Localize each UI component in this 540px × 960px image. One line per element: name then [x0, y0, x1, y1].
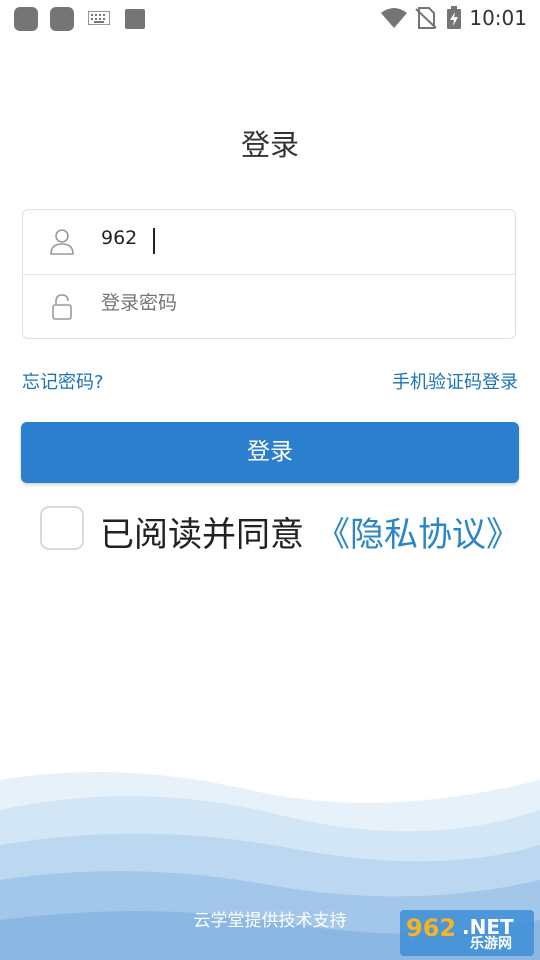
text-cursor	[153, 228, 155, 254]
agree-checkbox[interactable]	[40, 506, 84, 550]
privacy-policy-link[interactable]: 《隐私协议》	[316, 507, 520, 556]
battery-charging-icon	[447, 6, 461, 29]
keyboard-icon	[88, 11, 110, 25]
user-icon	[50, 229, 74, 255]
agreement-text: 已阅读并同意	[100, 515, 304, 555]
no-sim-icon	[415, 7, 437, 29]
login-button[interactable]: 登录	[21, 422, 519, 483]
notification-icon	[50, 7, 74, 31]
lock-icon	[52, 294, 72, 320]
watermark-subtitle: 乐游网	[470, 936, 512, 952]
username-input[interactable]	[101, 227, 481, 249]
page-title: 登录	[240, 128, 299, 162]
notification-icon	[125, 9, 145, 29]
sms-login-link[interactable]: 手机验证码登录	[392, 368, 518, 394]
forgot-password-link[interactable]: 忘记密码?	[22, 368, 104, 394]
notification-icon	[14, 7, 38, 31]
status-time: 10:01	[469, 6, 527, 30]
password-row	[23, 275, 515, 339]
login-form	[22, 209, 516, 339]
watermark-logo: 962 .NET	[400, 910, 534, 956]
wifi-icon	[381, 8, 407, 28]
svg-text:962: 962	[406, 914, 456, 942]
password-input[interactable]	[101, 292, 481, 314]
status-bar: 10:01	[0, 0, 540, 36]
username-row	[23, 210, 515, 275]
